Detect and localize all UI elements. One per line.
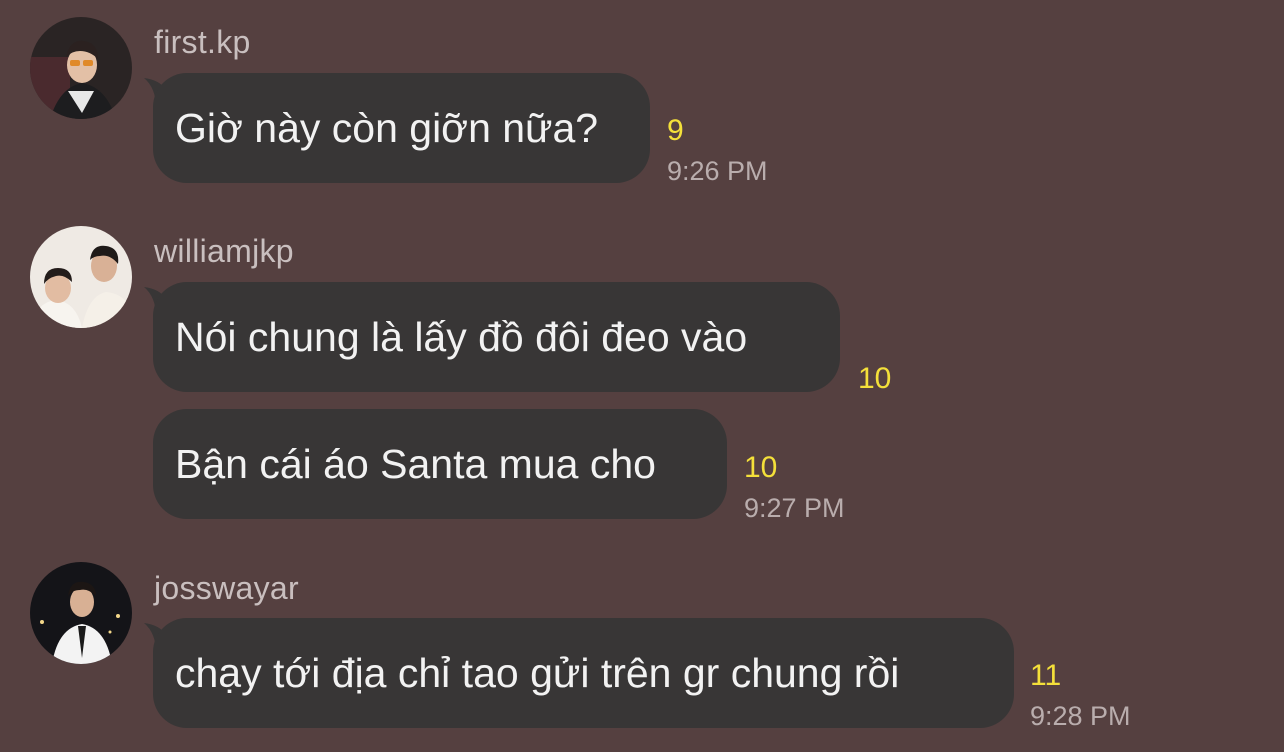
profile-photo-sunglasses-icon	[30, 17, 132, 119]
message-text: chạy tới địa chỉ tao gửi trên gr chung r…	[175, 650, 900, 696]
message-bubble[interactable]: Nói chung là lấy đồ đôi đeo vào	[153, 282, 840, 392]
chat-thread: first.kp Giờ này còn giỡn nữa? 9 9:26 PM…	[0, 0, 1284, 752]
avatar-williamjkp[interactable]	[30, 226, 132, 328]
message-timestamp: 9:26 PM	[667, 156, 768, 186]
unread-count: 9	[667, 114, 684, 147]
message-text: Giờ này còn giỡn nữa?	[175, 105, 599, 151]
avatar-josswayar[interactable]	[30, 562, 132, 664]
profile-photo-two-people-icon	[30, 226, 132, 328]
username: josswayar	[154, 570, 299, 606]
message-bubble[interactable]: Giờ này còn giỡn nữa?	[153, 73, 650, 183]
message-bubble[interactable]: Bận cái áo Santa mua cho	[153, 409, 727, 519]
message-timestamp: 9:28 PM	[1030, 701, 1131, 731]
message-bubble[interactable]: chạy tới địa chỉ tao gửi trên gr chung r…	[153, 618, 1014, 728]
username: first.kp	[154, 24, 251, 60]
avatar-first-kp[interactable]	[30, 17, 132, 119]
message-text: Nói chung là lấy đồ đôi đeo vào	[175, 314, 748, 360]
profile-photo-suit-icon	[30, 562, 132, 664]
username: williamjkp	[154, 233, 294, 269]
unread-count: 10	[744, 451, 778, 484]
message-text: Bận cái áo Santa mua cho	[175, 441, 656, 487]
unread-count: 11	[1030, 659, 1062, 692]
unread-count: 10	[858, 362, 892, 395]
message-timestamp: 9:27 PM	[744, 493, 845, 523]
